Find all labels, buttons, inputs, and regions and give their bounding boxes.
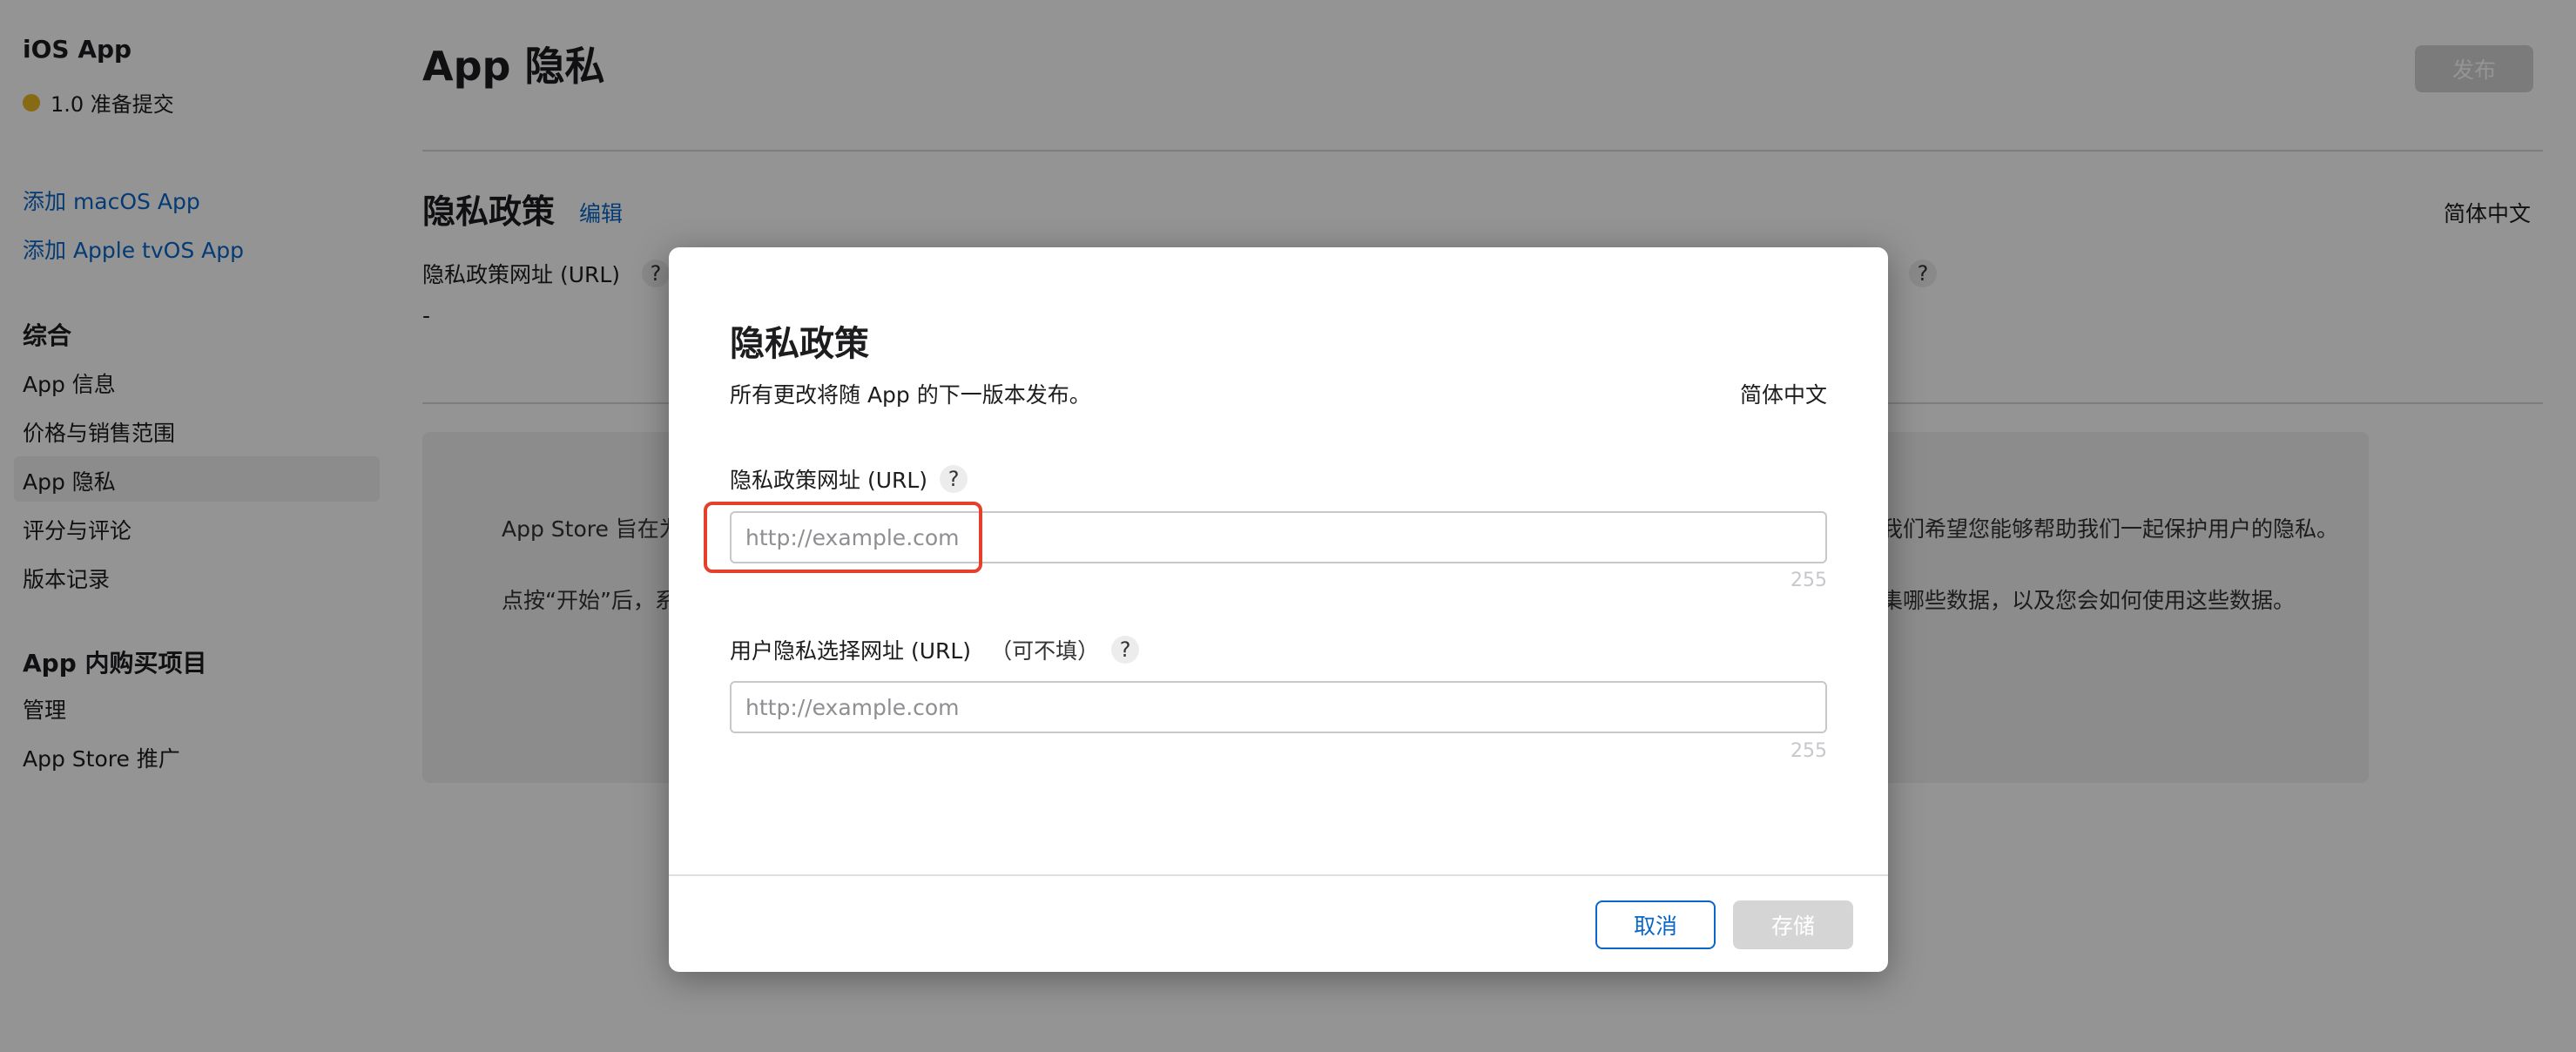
choices-url-char-counter: 255 bbox=[1790, 740, 1827, 762]
dialog-title: 隐私政策 bbox=[730, 324, 869, 364]
help-icon[interactable]: ? bbox=[1111, 636, 1140, 664]
privacy-url-char-counter: 255 bbox=[1790, 570, 1827, 591]
highlight-annotation bbox=[704, 502, 982, 573]
choices-url-field-label: 用户隐私选择网址 (URL) （可不填） ? bbox=[730, 634, 1140, 665]
privacy-url-field-label-text: 隐私政策网址 (URL) bbox=[730, 468, 928, 493]
choices-url-input[interactable] bbox=[730, 681, 1827, 733]
dialog-subtitle: 所有更改将随 App 的下一版本发布。 bbox=[730, 382, 1091, 408]
dialog-language: 简体中文 bbox=[1739, 382, 1827, 408]
optional-label: （可不填） bbox=[990, 638, 1100, 664]
privacy-policy-dialog: 隐私政策 所有更改将随 App 的下一版本发布。 简体中文 隐私政策网址 (UR… bbox=[669, 247, 1888, 972]
save-button[interactable]: 存储 bbox=[1733, 900, 1853, 949]
choices-url-field-label-text: 用户隐私选择网址 (URL) bbox=[730, 638, 972, 664]
cancel-button[interactable]: 取消 bbox=[1595, 900, 1716, 949]
privacy-url-field-label: 隐私政策网址 (URL) ? bbox=[730, 463, 968, 495]
dialog-footer-divider bbox=[669, 874, 1888, 876]
help-icon[interactable]: ? bbox=[940, 465, 968, 493]
